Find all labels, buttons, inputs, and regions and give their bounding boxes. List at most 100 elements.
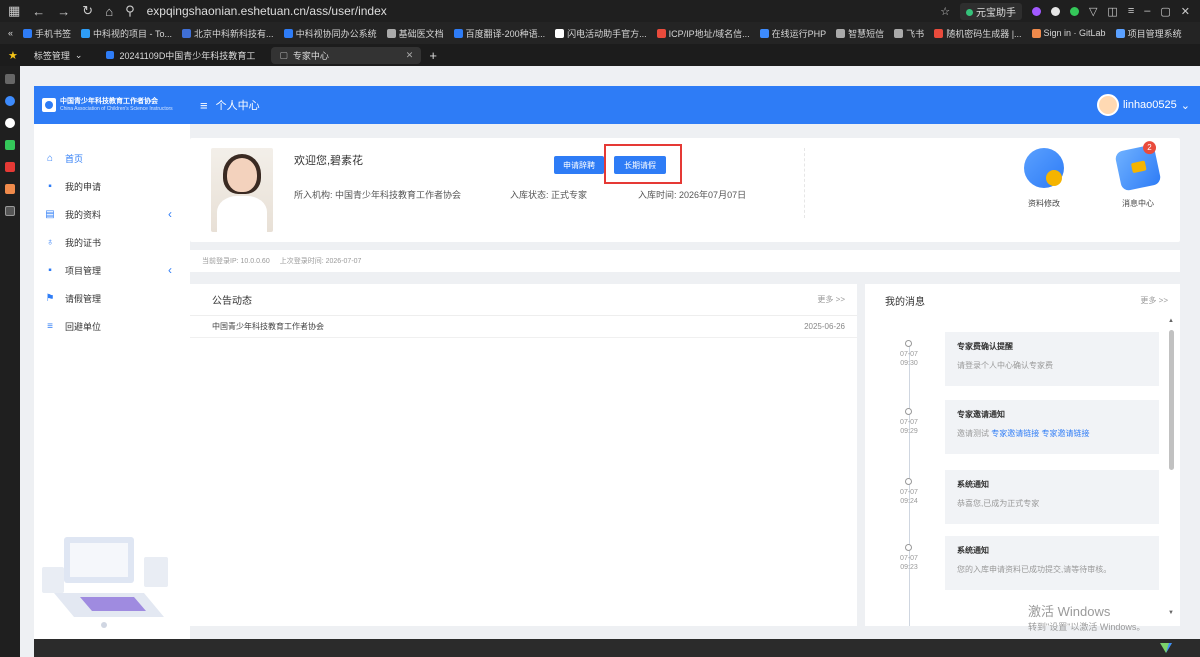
sidebar-item-project[interactable]: ▪ 项目管理 ‹ bbox=[34, 256, 190, 284]
invite-link[interactable]: 专家邀请链接 bbox=[1041, 429, 1089, 438]
reload-icon[interactable]: ↻ bbox=[82, 3, 93, 19]
favorites-star-icon[interactable]: ★ bbox=[8, 49, 18, 62]
extension-icon[interactable] bbox=[1069, 6, 1079, 16]
messages-more-link[interactable]: 更多 >> bbox=[1140, 295, 1168, 306]
bookmark-favicon bbox=[934, 28, 944, 38]
announcements-panel: 公告动态 更多 >> 中国青少年科技教育工作者协会 2025-06-26 bbox=[190, 284, 857, 626]
sidebar-illustration bbox=[42, 537, 168, 628]
minimize-icon[interactable]: – bbox=[1144, 5, 1150, 17]
menu-toggle-icon[interactable]: ≡ bbox=[200, 98, 208, 113]
tab-favicon: ▢ bbox=[279, 49, 288, 60]
side-panel-icon[interactable] bbox=[5, 74, 15, 84]
scrollbar-thumb[interactable] bbox=[1169, 330, 1174, 470]
message-card[interactable]: 专家邀请通知 邀请测试 专家邀请链接 专家邀请链接 bbox=[945, 400, 1159, 454]
sidebar-item-leave[interactable]: ⚑ 请假管理 bbox=[34, 284, 190, 312]
extension-button[interactable]: 元宝助手 bbox=[960, 2, 1022, 20]
sidebar-item-avoid[interactable]: ≡ 回避单位 bbox=[34, 312, 190, 340]
message-title: 系统通知 bbox=[957, 546, 989, 555]
announcement-text: 中国青少年科技教育工作者协会 bbox=[212, 322, 324, 331]
bookmark-item[interactable]: 项目管理系统 bbox=[1115, 27, 1182, 40]
bookmark-item[interactable]: 基础医文档 bbox=[386, 27, 444, 40]
bookmark-label: 北京中科新科技有... bbox=[194, 28, 274, 39]
project-icon: ▪ bbox=[48, 264, 52, 276]
chevron-left-icon[interactable]: ‹ bbox=[168, 263, 172, 277]
bookmark-label: ICP/IP地址/域名信... bbox=[668, 28, 750, 39]
back-icon[interactable]: ← bbox=[32, 4, 45, 19]
bookmark-item[interactable]: 北京中科新科技有... bbox=[182, 27, 274, 40]
bookmark-item[interactable]: 百度翻译-200种语... bbox=[453, 27, 545, 40]
side-app-icon[interactable] bbox=[5, 140, 15, 150]
side-app-icon[interactable] bbox=[5, 206, 15, 216]
bookmark-favicon bbox=[1031, 28, 1041, 38]
split-icon[interactable]: ◫ bbox=[1107, 5, 1117, 18]
new-tab-button[interactable]: + bbox=[429, 48, 437, 63]
message-card[interactable]: 专家费确认提醒 请登录个人中心确认专家费 bbox=[945, 332, 1159, 386]
announcement-row[interactable]: 中国青少年科技教育工作者协会 2025-06-26 bbox=[190, 316, 857, 338]
side-app-icon[interactable] bbox=[5, 184, 15, 194]
message-card[interactable]: 系统通知 恭喜您,已成为正式专家 bbox=[945, 470, 1159, 524]
side-app-icon[interactable] bbox=[5, 162, 15, 172]
bookmark-item[interactable]: 随机密码生成器 |... bbox=[934, 27, 1022, 40]
user-menu[interactable]: linhao0525 ⌄ bbox=[1096, 94, 1200, 116]
bookmark-item[interactable]: 闪电活动助手官方... bbox=[555, 27, 647, 40]
maximize-icon[interactable]: ▢ bbox=[1160, 5, 1170, 18]
bookmark-item[interactable]: 中科视协同办公系统 bbox=[283, 27, 377, 40]
bookmark-item[interactable]: 智慧短信 bbox=[836, 27, 884, 40]
last-login-value: 2026-07-07 bbox=[325, 258, 362, 265]
star-icon[interactable]: ☆ bbox=[940, 5, 950, 18]
address-bar[interactable]: expqingshaonian.eshetuan.cn/ass/user/ind… bbox=[147, 4, 387, 18]
bookmark-favicon bbox=[283, 28, 293, 38]
message-center-tile[interactable]: 2 消息中心 bbox=[1108, 141, 1168, 209]
tab-group[interactable]: 标签管理 ⌄ bbox=[26, 47, 91, 64]
invite-link[interactable]: 专家邀请链接 bbox=[991, 429, 1039, 438]
bookmark-item[interactable]: 手机书签 bbox=[23, 27, 71, 40]
tab-close-icon[interactable]: ✕ bbox=[406, 50, 414, 61]
bookmark-favicon bbox=[23, 28, 33, 38]
tab-active[interactable]: ▢ 专家中心 ✕ bbox=[271, 46, 422, 64]
message-item[interactable]: 07-07 09:23 系统通知 您的入库申请资料已成功提交,请等待审核。 bbox=[885, 536, 1165, 594]
announcements-more-link[interactable]: 更多 >> bbox=[817, 294, 845, 305]
message-card[interactable]: 系统通知 您的入库申请资料已成功提交,请等待审核。 bbox=[945, 536, 1159, 590]
chevron-left-icon[interactable]: ‹ bbox=[168, 207, 172, 221]
side-app-icon[interactable] bbox=[5, 118, 15, 128]
apply-resign-button[interactable]: 申请辞聘 bbox=[554, 156, 604, 174]
extension-icon[interactable] bbox=[1050, 6, 1060, 16]
message-item[interactable]: 07-07 09:29 专家邀请通知 邀请测试 专家邀请链接 专家邀请链接 bbox=[885, 400, 1165, 458]
bookmark-label: 中科视的项目 - To... bbox=[93, 28, 173, 39]
page-footer bbox=[34, 639, 1200, 657]
tab-pinned[interactable]: 20241109D中国青少年科技教育工 bbox=[98, 47, 263, 64]
site-logo[interactable]: 中国青少年科技教育工作者协会 China Association of Chil… bbox=[34, 98, 190, 112]
scroll-up-icon[interactable]: ▲ bbox=[1168, 318, 1174, 324]
floating-app-icon[interactable] bbox=[1158, 640, 1174, 656]
bookmark-item[interactable]: 在线运行PHP bbox=[759, 27, 826, 40]
bookmarks-collapse-icon[interactable]: « bbox=[8, 28, 13, 38]
bookmark-item[interactable]: Sign in · GitLab bbox=[1031, 28, 1106, 38]
sidebar-item-apply[interactable]: ▪ 我的申请 bbox=[34, 172, 190, 200]
side-search-icon[interactable] bbox=[5, 96, 15, 106]
bookmark-item[interactable]: 飞书 bbox=[894, 27, 924, 40]
sidebar-item-certificate[interactable]: ♁ 我的证书 bbox=[34, 228, 190, 256]
menu-icon[interactable]: ≡ bbox=[1128, 5, 1134, 17]
browser-toolbar-right: ☆ 元宝助手 ▽ ◫ ≡ – ▢ ✕ bbox=[940, 2, 1200, 20]
messages-panel: 我的消息 更多 >> 07-07 09:30 专家费确认提醒 请登录个人中心确认专家费… bbox=[865, 284, 1180, 626]
forward-icon[interactable]: → bbox=[57, 4, 70, 19]
sidebar-item-home[interactable]: ⌂ 首页 bbox=[34, 144, 190, 172]
message-item[interactable]: 07-07 09:24 系统通知 恭喜您,已成为正式专家 bbox=[885, 470, 1165, 528]
last-login-label: 上次登录时间: bbox=[279, 258, 324, 265]
message-center-icon: 2 bbox=[1114, 141, 1162, 192]
scroll-down-icon[interactable]: ▼ bbox=[1168, 610, 1174, 616]
message-item[interactable]: 07-07 09:30 专家费确认提醒 请登录个人中心确认专家费 bbox=[885, 332, 1165, 390]
bookmark-item[interactable]: 中科视的项目 - To... bbox=[81, 27, 172, 40]
logo-title: 中国青少年科技教育工作者协会 bbox=[60, 98, 158, 105]
profile-edit-tile[interactable]: 资料修改 bbox=[1014, 148, 1074, 209]
downloads-icon[interactable]: ▽ bbox=[1089, 5, 1097, 18]
sidebar-toggle-icon[interactable]: ▦ bbox=[8, 3, 20, 19]
sidebar-item-profile[interactable]: ▤ 我的资料 ‹ bbox=[34, 200, 190, 228]
message-title: 专家邀请通知 bbox=[957, 410, 1005, 419]
site-info-icon[interactable]: ⚲ bbox=[125, 3, 135, 19]
extension-icon[interactable] bbox=[1031, 6, 1041, 16]
close-icon[interactable]: ✕ bbox=[1181, 5, 1190, 18]
bookmark-item[interactable]: ICP/IP地址/域名信... bbox=[656, 27, 750, 40]
home-browser-icon[interactable]: ⌂ bbox=[105, 4, 113, 19]
bookmark-favicon bbox=[894, 28, 904, 38]
